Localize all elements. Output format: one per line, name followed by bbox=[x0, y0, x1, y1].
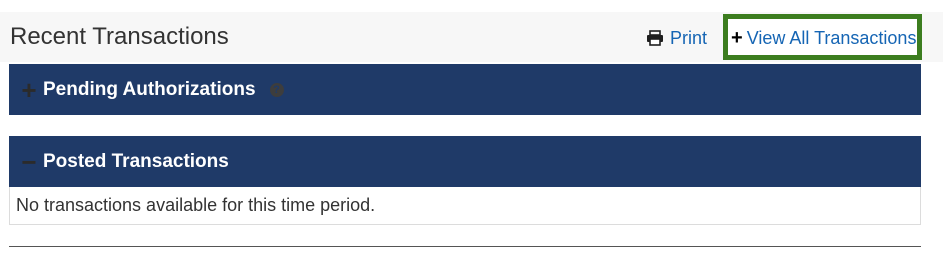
collapse-toggle-icon[interactable]: − bbox=[19, 149, 39, 175]
view-all-transactions-link[interactable]: + View All Transactions bbox=[731, 26, 916, 50]
posted-transactions-header[interactable]: − Posted Transactions bbox=[9, 136, 921, 187]
posted-transactions-body: No transactions available for this time … bbox=[9, 187, 921, 225]
view-all-label: View All Transactions bbox=[746, 27, 917, 48]
expand-toggle-icon[interactable]: + bbox=[19, 77, 39, 103]
print-link[interactable]: Print bbox=[646, 27, 707, 49]
info-icon[interactable]: ? bbox=[269, 82, 284, 97]
empty-message: No transactions available for this time … bbox=[16, 195, 376, 215]
divider bbox=[9, 246, 921, 247]
recent-transactions-page: Recent Transactions Print + View All Tra… bbox=[0, 0, 943, 261]
pending-authorizations-title: Pending Authorizations bbox=[43, 78, 256, 100]
top-band bbox=[0, 0, 943, 12]
plus-icon: + bbox=[731, 27, 743, 49]
pending-authorizations-header[interactable]: + Pending Authorizations ? bbox=[9, 64, 921, 115]
posted-transactions-title: Posted Transactions bbox=[43, 150, 229, 172]
print-label: Print bbox=[670, 27, 708, 48]
page-title: Recent Transactions bbox=[10, 23, 229, 50]
printer-icon bbox=[646, 30, 664, 46]
